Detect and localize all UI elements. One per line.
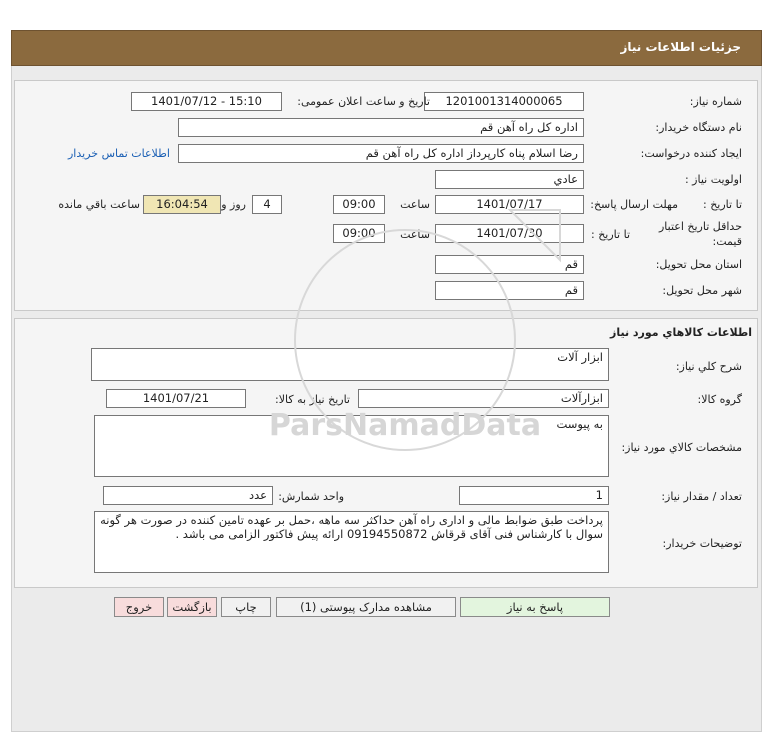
validity-label-2: قیمت:	[712, 235, 742, 248]
buyer-contact-link[interactable]: اطلاعات تماس خریدار	[68, 147, 170, 160]
back-button[interactable]: بازگشت	[167, 597, 217, 617]
details-panel	[14, 80, 758, 311]
send-to-date-label: تا تاریخ :	[703, 198, 742, 211]
send-time-field: 09:00	[333, 195, 385, 214]
remaining-label: ساعت باقي مانده	[58, 198, 140, 211]
send-date-field: 1401/07/17	[435, 195, 584, 214]
goods-section-title: اطلاعات کالاهاي مورد نياز	[610, 326, 752, 339]
specs-field: به پیوست	[94, 415, 609, 477]
validity-date-field: 1401/07/30	[435, 224, 584, 243]
print-button[interactable]: چاپ	[221, 597, 271, 617]
days-label: روز و	[221, 198, 246, 211]
send-time-label: ساعت	[400, 198, 430, 211]
remaining-time-field: 16:04:54	[143, 195, 221, 214]
buyer-org-label: نام دستگاه خریدار:	[655, 121, 742, 134]
validity-to-date-label: تا تاریخ :	[591, 228, 630, 241]
validity-time-label: ساعت	[400, 228, 430, 241]
priority-field: عادي	[435, 170, 584, 189]
specs-label: مشخصات کالاي مورد نياز:	[621, 441, 742, 454]
need-date-field: 1401/07/21	[106, 389, 246, 408]
page-header: جزئیات اطلاعات نیاز	[11, 30, 762, 66]
desc-field: ابزار آلات	[91, 348, 609, 381]
days-field: 4	[252, 195, 282, 214]
unit-field: عدد	[103, 486, 273, 505]
qty-label: تعداد / مقدار نیاز:	[661, 490, 742, 503]
need-number-label: شماره نیاز:	[689, 95, 742, 108]
group-label: گروه کالا:	[697, 393, 742, 406]
need-number-field: 1201001314000065	[424, 92, 584, 111]
notes-field: پرداخت طبق ضوابط مالی و اداری راه آهن حد…	[94, 511, 609, 573]
province-field: قم	[435, 255, 584, 274]
city-label: شهر محل تحویل:	[662, 284, 742, 297]
announce-label: تاریخ و ساعت اعلان عمومی:	[297, 95, 430, 108]
requester-field: رضا اسلام پناه کارپرداز اداره کل راه آهن…	[178, 144, 584, 163]
qty-field: 1	[459, 486, 609, 505]
exit-button[interactable]: خروج	[114, 597, 164, 617]
buyer-org-field: اداره کل راه آهن قم	[178, 118, 584, 137]
send-deadline-label: مهلت ارسال پاسخ:	[590, 198, 678, 211]
need-date-label: تاریخ نیاز به کالا:	[275, 393, 350, 406]
notes-label: توضیحات خریدار:	[662, 537, 743, 550]
page-title: جزئیات اطلاعات نیاز	[620, 40, 741, 54]
priority-label: اولویت نیاز :	[684, 173, 742, 186]
province-label: استان محل تحویل:	[655, 258, 742, 271]
announce-field: 1401/07/12 - 15:10	[131, 92, 282, 111]
city-field: قم	[435, 281, 584, 300]
attachments-button[interactable]: مشاهده مدارک پیوستی (1)	[276, 597, 456, 617]
desc-label: شرح کلي نياز:	[675, 360, 742, 373]
validity-label-1: حداقل تاریخ اعتبار	[658, 220, 742, 233]
validity-time-field: 09:00	[333, 224, 385, 243]
group-field: ابزارآلات	[358, 389, 609, 408]
unit-label: واحد شمارش:	[278, 490, 344, 503]
reply-button[interactable]: پاسخ به نیاز	[460, 597, 610, 617]
requester-label: ایجاد کننده درخواست:	[640, 147, 742, 160]
